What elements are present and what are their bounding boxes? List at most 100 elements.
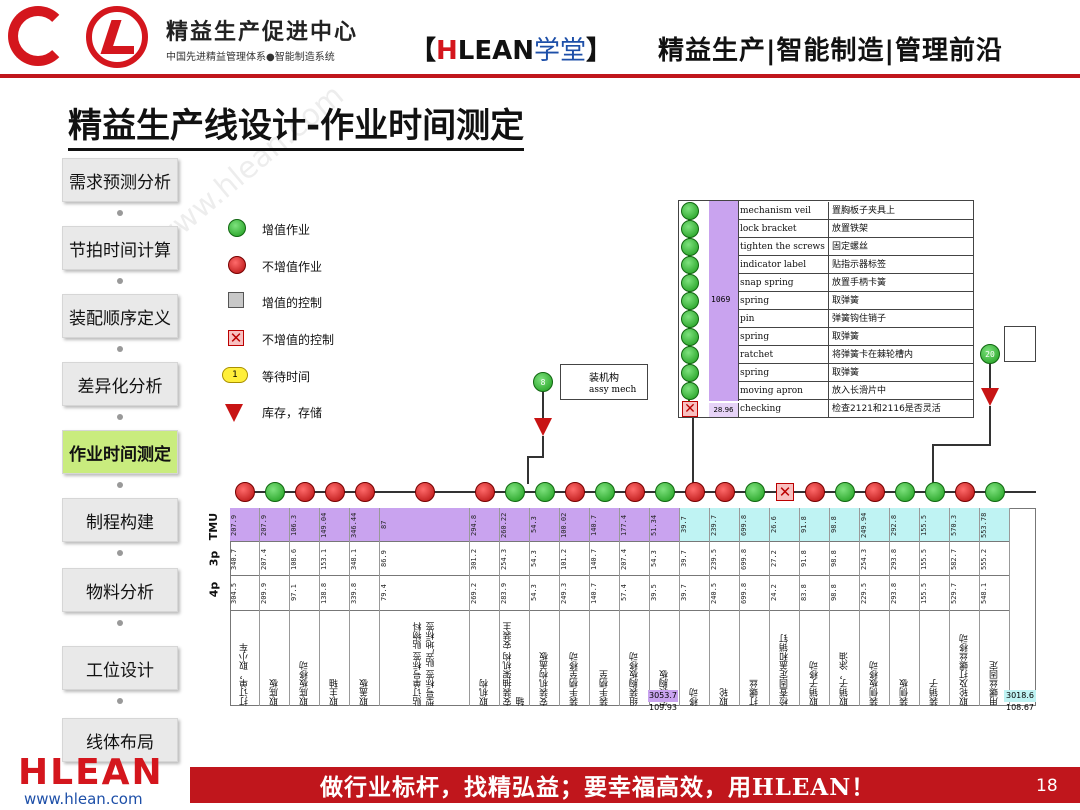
value-added-node — [265, 482, 285, 502]
value-added-node — [535, 482, 555, 502]
table-column: 249.94 254.3 229.5 装侧板移动 — [860, 508, 890, 706]
value-added-node — [895, 482, 915, 502]
tmu-value: 249.94 — [860, 512, 868, 538]
check-x-icon: ✕ — [682, 401, 698, 417]
tmu-value: 177.4 — [620, 514, 628, 536]
row-divider — [320, 610, 349, 611]
p3-value: 340.7 — [230, 548, 238, 570]
tmu-value: 87 — [380, 520, 388, 530]
detail-row: indicator label 贴指示器标签 — [738, 256, 974, 274]
row-divider — [290, 575, 319, 576]
right-branch-node: 20 — [980, 344, 1000, 364]
tmu-value: 553.78 — [980, 512, 988, 538]
red-x-square-icon: ✕ — [228, 329, 244, 347]
step-description: 取底板移动 — [300, 661, 310, 706]
p3-value: 254.3 — [860, 548, 868, 570]
sidebar-item[interactable]: 物料分析 — [62, 568, 178, 612]
detail-row-en: spring — [740, 368, 770, 378]
row-divider — [650, 610, 679, 611]
detail-row-cn: 检查2121和2116是否灵活 — [828, 400, 941, 418]
row-divider — [980, 610, 1009, 611]
connector — [932, 444, 991, 446]
row-label-3p: 3p — [207, 550, 221, 567]
value-added-node — [925, 482, 945, 502]
detail-row-en: checking — [740, 404, 782, 414]
sidebar-item[interactable]: 装配顺序定义 — [62, 294, 178, 338]
p3-value: 98.8 — [830, 550, 838, 568]
p3-value: 555.2 — [980, 548, 988, 570]
red-circle-icon — [228, 256, 246, 274]
row-divider — [530, 575, 559, 576]
legend-label: 增值的控制 — [262, 296, 323, 310]
detail-step-node — [681, 364, 699, 382]
legend-label: 不增值作业 — [262, 260, 323, 274]
table-column: 553.78 555.2 548.1 用螺丝固定 — [980, 508, 1010, 706]
value-added-node — [985, 482, 1005, 502]
sidebar-item[interactable]: 制程构建 — [62, 498, 178, 542]
detail-row-cn: 固定螺丝 — [828, 238, 868, 256]
p4-value: 548.1 — [980, 582, 988, 604]
detail-row: snap spring 放置手柄卡簧 — [738, 274, 974, 292]
row-divider — [860, 610, 889, 611]
sidebar-item[interactable]: 工位设计 — [62, 646, 178, 690]
detail-row-cn: 取弹簧 — [828, 328, 859, 346]
value-added-node — [595, 482, 615, 502]
table-column: 39.7 39.7 39.7 移动 — [680, 508, 710, 706]
p4-value: 39.7 — [680, 584, 688, 602]
p4-value: 699.8 — [740, 582, 748, 604]
tmu-value: 292.8 — [890, 514, 898, 536]
connector — [527, 456, 529, 484]
table-column: 98.8 98.8 98.8 取销子，涂油 — [830, 508, 860, 706]
row-divider — [290, 610, 319, 611]
detail-row-en: moving apron — [740, 386, 803, 396]
right-branch-triangle — [981, 388, 999, 406]
p4-value: 39.5 — [650, 584, 658, 602]
p3-value: 254.3 — [500, 548, 508, 570]
connector — [527, 456, 544, 458]
row-label-4p: 4p — [207, 581, 221, 598]
p4-value: 98.8 — [830, 584, 838, 602]
row-divider — [560, 575, 589, 576]
row-divider — [950, 610, 979, 611]
step-description: 装手柄至 — [600, 670, 610, 706]
row-divider — [770, 610, 799, 611]
row-divider — [890, 575, 919, 576]
value-added-node — [505, 482, 525, 502]
p4-value: 24.2 — [770, 584, 778, 602]
detail-check-time: 28.96 — [709, 403, 739, 417]
assembly-box: 装机构 assy mech — [560, 364, 648, 400]
connector — [692, 418, 694, 484]
row-divider — [590, 575, 619, 576]
table-column: 26.6 27.2 24.2 检查固定盖和销钉 — [770, 508, 800, 706]
row-divider — [950, 575, 979, 576]
tmu-value: 51.34 — [650, 514, 658, 536]
detail-row: checking 检查2121和2116是否灵活 — [738, 400, 974, 418]
p3-value: 153.1 — [320, 548, 328, 570]
sidebar-item[interactable]: 节拍时间计算 — [62, 226, 178, 270]
sidebar-item[interactable]: 差异化分析 — [62, 362, 178, 406]
non-value-added-node — [325, 482, 345, 502]
total-sum-1: 3053.7 — [648, 690, 678, 702]
non-value-added-node — [565, 482, 585, 502]
table-column: 260.22 254.3 283.9 安装抽架机构 安装主轴 — [500, 508, 530, 706]
header: 精益生产促进中心 中国先进精益管理体系●智能制造系统 【HLEAN学堂】 精益生… — [0, 0, 1080, 80]
legend-label: 等待时间 — [262, 370, 311, 384]
p3-value: 155.5 — [920, 548, 928, 570]
detail-row-en: pin — [740, 314, 755, 324]
detail-time-bar: 1069 — [709, 201, 739, 401]
tmu-value: 106.3 — [290, 514, 298, 536]
detail-step-node — [681, 274, 699, 292]
sidebar-item[interactable]: 需求预测分析 — [62, 158, 178, 202]
p3-value: 140.7 — [590, 548, 598, 570]
sidebar-item[interactable]: 作业时间测定 — [62, 430, 178, 474]
table-column: 177.4 207.4 57.4 组装胸板移动 — [620, 508, 650, 706]
table-column: 54.3 54.3 54.3 安装机构盖板 — [530, 508, 560, 706]
step-description: 取机构 — [480, 679, 490, 706]
row-label-tmu: TMU — [207, 512, 221, 541]
detail-row: tighten the screws 固定螺丝 — [738, 238, 974, 256]
p4-value: 240.5 — [710, 582, 718, 604]
footer-url[interactable]: www.hlean.com — [24, 790, 143, 808]
sidebar-connector-dot — [117, 698, 123, 704]
non-value-added-node — [625, 482, 645, 502]
p3-value: 207.4 — [620, 548, 628, 570]
